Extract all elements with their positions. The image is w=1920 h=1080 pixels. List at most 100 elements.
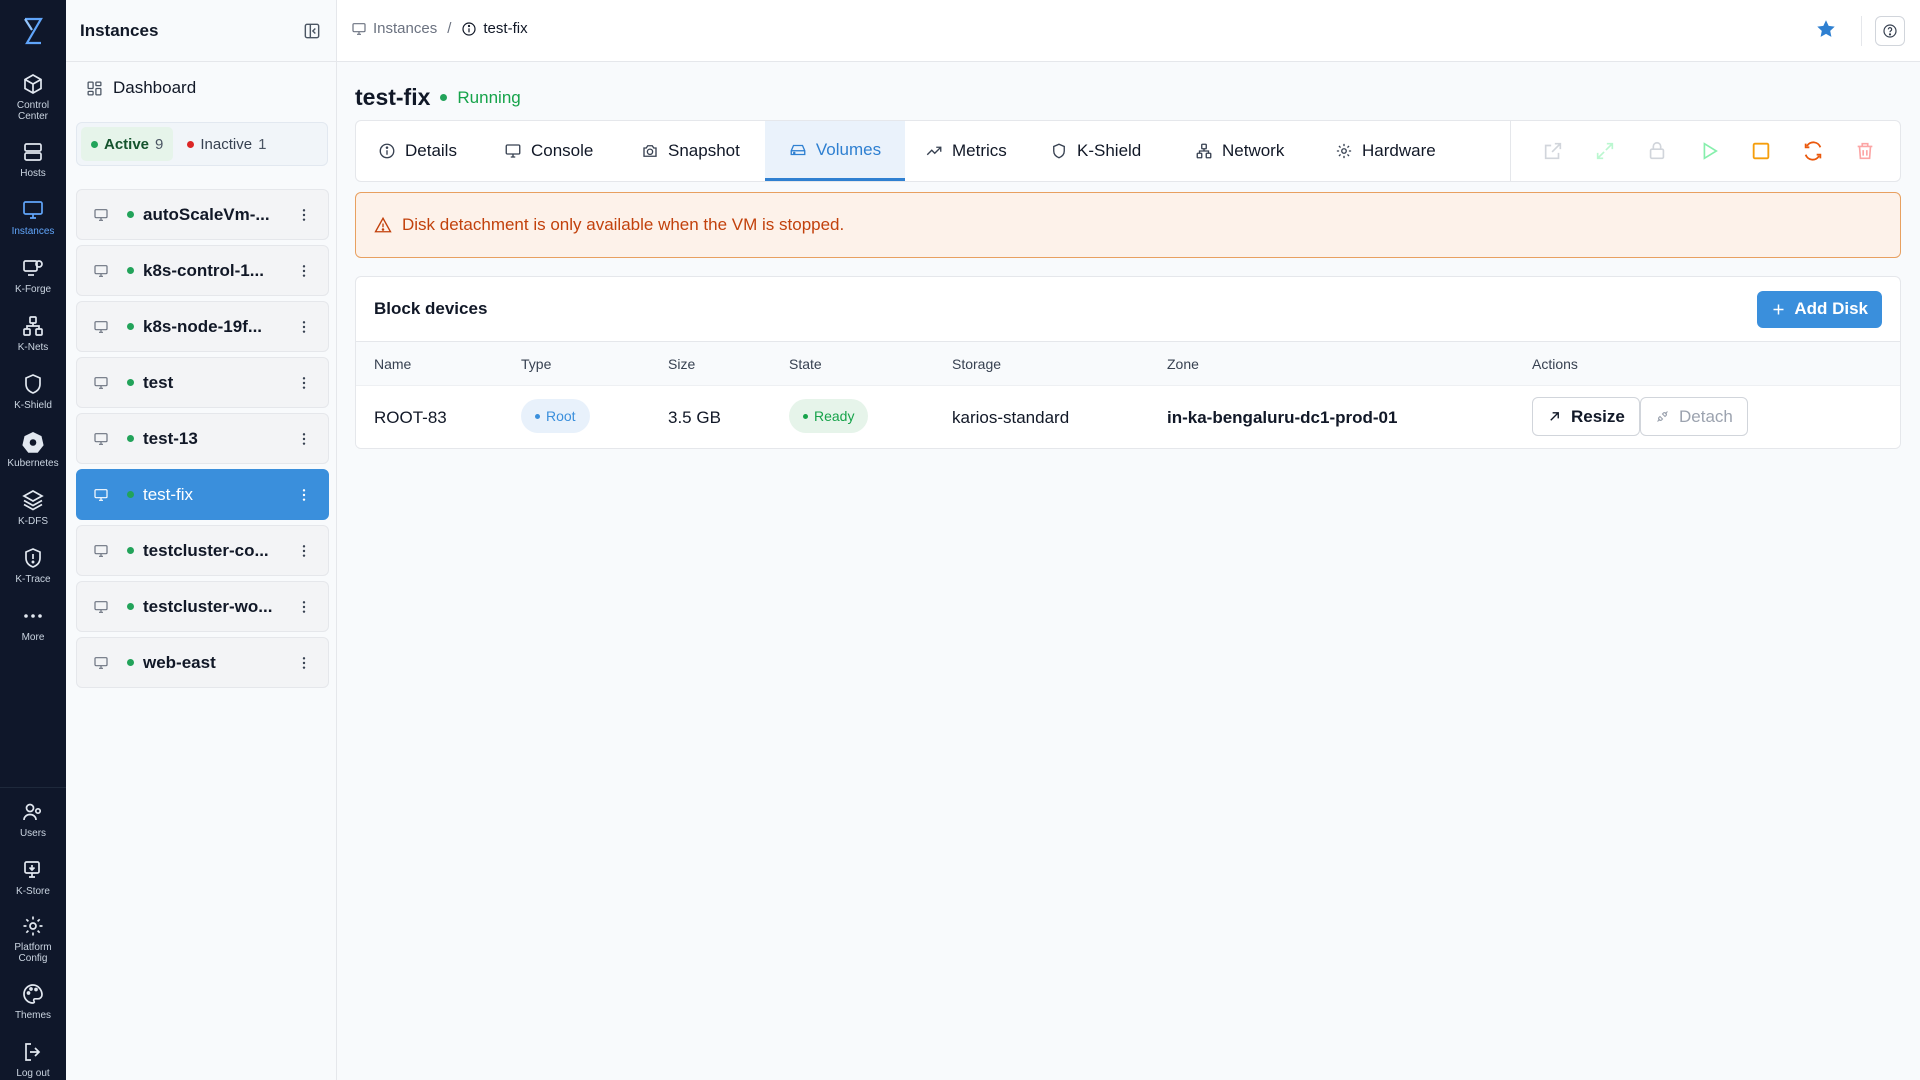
unplug-icon: [1657, 411, 1668, 422]
kebab-menu-icon[interactable]: [296, 375, 312, 391]
resize-label: Resize: [1571, 406, 1625, 426]
add-disk-label: Add Disk: [1794, 299, 1868, 318]
detach-button[interactable]: Detach: [1640, 397, 1748, 436]
kebab-menu-icon[interactable]: [296, 543, 312, 559]
instance-list-item[interactable]: k8s-node-19f...: [76, 301, 329, 352]
collapse-sidebar-icon[interactable]: [302, 21, 322, 41]
lock-icon[interactable]: [1646, 140, 1668, 162]
actions-divider: [1510, 121, 1511, 181]
instance-list-item[interactable]: test: [76, 357, 329, 408]
kebab-menu-icon[interactable]: [296, 487, 312, 503]
rail-item-k-forge[interactable]: K-Forge: [0, 256, 66, 295]
rail-item-k-shield[interactable]: K-Shield: [0, 372, 66, 411]
rail-item-hosts[interactable]: Hosts: [0, 140, 66, 179]
filter-inactive-label: Inactive: [200, 135, 253, 153]
instance-list-item[interactable]: test-13: [76, 413, 329, 464]
restart-icon[interactable]: [1802, 140, 1824, 162]
rail-item-k-trace[interactable]: K-Trace: [0, 546, 66, 585]
rail-item-k-dfs[interactable]: K-DFS: [0, 488, 66, 527]
rail-item-more[interactable]: More: [0, 604, 66, 643]
vm-name: test-fix: [355, 84, 431, 110]
rail-item-instances[interactable]: Instances: [0, 198, 66, 237]
server-icon: [24, 143, 42, 161]
column-header-size: Size: [668, 356, 696, 372]
trace-shield-icon: [25, 548, 41, 568]
monitor-icon: [93, 431, 109, 447]
rail-item-k-nets[interactable]: K-Nets: [0, 314, 66, 353]
kebab-menu-icon[interactable]: [296, 599, 312, 615]
block-devices-title: Block devices: [374, 299, 488, 318]
kebab-menu-icon[interactable]: [296, 319, 312, 335]
instance-list-item[interactable]: k8s-control-1...: [76, 245, 329, 296]
open-external-icon[interactable]: [1542, 140, 1564, 162]
app-logo-icon[interactable]: [20, 16, 46, 46]
topbar-divider: [1861, 16, 1862, 46]
stop-square-icon[interactable]: [1750, 140, 1772, 162]
sidebar-title: Instances: [80, 20, 159, 40]
monitor-icon: [93, 599, 109, 615]
rail-item-themes[interactable]: Themes: [0, 982, 66, 1021]
rail-divider: [0, 787, 66, 788]
filter-inactive[interactable]: Inactive 1: [177, 127, 276, 161]
instance-status-dot: [127, 491, 134, 498]
type-badge: Root: [521, 399, 590, 433]
kubernetes-icon: [22, 432, 44, 453]
store-icon: [24, 861, 40, 878]
kebab-menu-icon[interactable]: [296, 207, 312, 223]
network-icon: [23, 316, 43, 336]
tab-label: Details: [405, 141, 457, 160]
rail-item-users[interactable]: Users: [0, 800, 66, 839]
tab-snapshot[interactable]: Snapshot: [641, 121, 740, 181]
filter-active-label: Active: [104, 135, 150, 153]
breadcrumb: Instances / test-fix: [351, 20, 528, 37]
detach-warning-banner: Disk detachment is only available when t…: [355, 192, 1901, 258]
inactive-dot: [187, 140, 195, 148]
rail-item-log-out[interactable]: Log out: [0, 1040, 66, 1079]
tab-metrics[interactable]: Metrics: [925, 121, 1007, 181]
start-play-icon[interactable]: [1698, 140, 1720, 162]
add-disk-button[interactable]: Add Disk: [1757, 290, 1882, 328]
filter-active[interactable]: Active 9: [81, 127, 174, 161]
instance-name: k8s-control-1...: [143, 260, 264, 280]
cell-size: 3.5 GB: [668, 408, 721, 427]
tab-volumes[interactable]: Volumes: [765, 121, 905, 181]
instance-list-item[interactable]: web-east: [76, 637, 329, 688]
help-button[interactable]: [1875, 16, 1905, 46]
filter-active-count: 9: [155, 135, 164, 153]
breadcrumb-instances-link[interactable]: Instances: [373, 20, 437, 37]
rail-item-platform-config[interactable]: Platform Config: [0, 914, 66, 964]
layers-icon: [22, 490, 44, 511]
instance-name: test: [143, 372, 174, 392]
dashboard-link[interactable]: Dashboard: [86, 78, 196, 98]
info-icon: [379, 143, 395, 159]
rail-item-k-store[interactable]: K-Store: [0, 858, 66, 897]
instance-list-item[interactable]: autoScaleVm-...: [76, 189, 329, 240]
drive-icon: [790, 144, 806, 155]
kebab-menu-icon[interactable]: [296, 431, 312, 447]
help-icon: [1883, 24, 1897, 38]
tab-hardware[interactable]: Hardware: [1335, 121, 1436, 181]
tab-network[interactable]: Network: [1195, 121, 1284, 181]
tab-k-shield[interactable]: K-Shield: [1050, 121, 1141, 181]
rail-item-control-center[interactable]: Control Center: [0, 72, 66, 122]
kebab-menu-icon[interactable]: [296, 263, 312, 279]
instance-list-item[interactable]: testcluster-co...: [76, 525, 329, 576]
instance-status-dot: [127, 435, 134, 442]
favorite-star-icon[interactable]: [1815, 18, 1837, 40]
dashboard-label: Dashboard: [113, 78, 197, 97]
sidebar-header: Instances: [66, 0, 336, 62]
instance-list-item[interactable]: testcluster-wo...: [76, 581, 329, 632]
logout-icon: [25, 1043, 41, 1061]
more-dots-icon: [24, 614, 42, 618]
tab-console[interactable]: Console: [504, 121, 593, 181]
tab-details[interactable]: Details: [378, 121, 457, 181]
tab-label: Volumes: [815, 139, 882, 159]
instance-list: autoScaleVm-... k8s-control-1... k8s-node-…: [76, 189, 329, 693]
rail-item-kubernetes[interactable]: Kubernetes: [0, 430, 66, 469]
rail-item-label: Control Center: [16, 100, 50, 122]
expand-icon[interactable]: [1594, 140, 1616, 162]
kebab-menu-icon[interactable]: [296, 655, 312, 671]
instance-list-item[interactable]: test-fix: [76, 469, 329, 520]
delete-trash-icon[interactable]: [1854, 140, 1876, 162]
resize-button[interactable]: Resize: [1532, 397, 1640, 436]
